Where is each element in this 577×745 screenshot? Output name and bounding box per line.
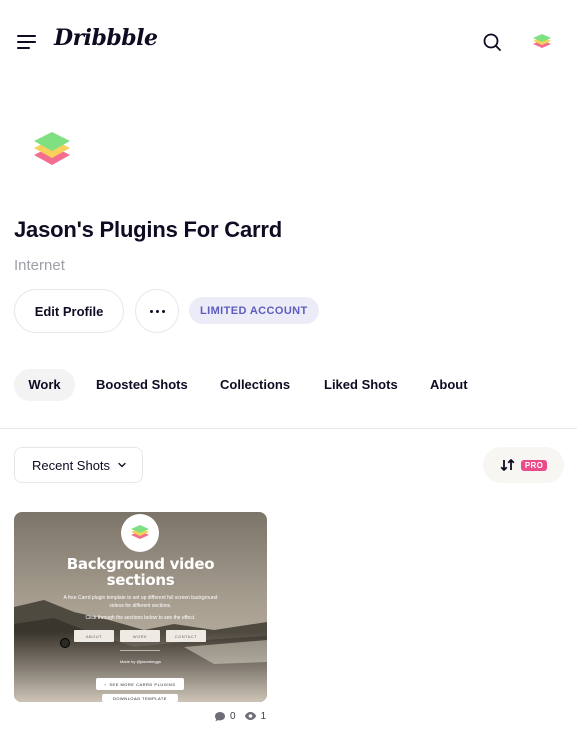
- pro-badge: PRO: [520, 459, 548, 471]
- limited-account-badge[interactable]: LIMITED ACCOUNT: [189, 297, 319, 324]
- comments-count: 0: [230, 710, 236, 722]
- shot-more-plugins: ‹ SEE MORE CARRD PLUGINS: [96, 678, 184, 690]
- tab-work[interactable]: Work: [14, 369, 75, 401]
- comment-icon: [215, 711, 225, 721]
- tab-collections[interactable]: Collections: [220, 369, 290, 401]
- shot-more-plugins-label: SEE MORE CARRD PLUGINS: [109, 681, 176, 687]
- layers-logo-icon: [34, 132, 70, 165]
- top-navigation: Dribbble: [0, 0, 577, 84]
- shot-dot: [60, 638, 70, 648]
- layers-logo-icon: [131, 525, 149, 539]
- chevron-down-icon: [118, 462, 126, 468]
- shot-instruction: Click through the sections below to see …: [85, 615, 196, 621]
- chevron-left-icon: ‹: [104, 681, 107, 687]
- shot-title-line: Background video: [66, 555, 215, 573]
- shot-download: DOWNLOAD TEMPLATE: [102, 694, 178, 702]
- shot-stats: 0 1: [214, 709, 274, 723]
- comments-stat: 0: [214, 711, 236, 722]
- user-avatar[interactable]: [531, 31, 553, 53]
- tab-boosted-shots[interactable]: Boosted Shots: [96, 369, 188, 401]
- shot-nav-work: WORK: [120, 630, 160, 642]
- shot-thumbnail[interactable]: Background video sections A free Carrd p…: [14, 512, 267, 702]
- edit-profile-button[interactable]: Edit Profile: [14, 289, 124, 333]
- shot-logo: [121, 514, 159, 552]
- more-options-button[interactable]: [135, 289, 179, 333]
- ellipsis-icon: [149, 309, 153, 313]
- sort-button[interactable]: PRO: [483, 447, 564, 483]
- profile-category: Internet: [14, 257, 65, 274]
- views-count: 1: [260, 710, 267, 722]
- shot-title: Background video sections: [14, 556, 267, 588]
- shot-preview-content: Background video sections A free Carrd p…: [14, 512, 267, 702]
- sort-arrows-icon: [500, 459, 515, 471]
- dribbble-logo[interactable]: Dribbble: [54, 25, 158, 51]
- shots-filter-dropdown[interactable]: Recent Shots: [14, 447, 143, 483]
- shot-separator: [120, 650, 160, 651]
- shot-description: A free Carrd plugin template to set up d…: [54, 594, 227, 610]
- layers-logo-icon: [533, 34, 551, 48]
- shot-description-line: videos for different sections.: [109, 603, 172, 609]
- tab-liked-shots[interactable]: Liked Shots: [324, 369, 398, 401]
- hamburger-menu-icon[interactable]: [17, 33, 37, 51]
- shot-nav-about: ABOUT: [74, 630, 114, 642]
- eye-icon: [244, 712, 256, 720]
- shot-nav-contact: CONTACT: [166, 630, 206, 642]
- shot-description-line: A free Carrd plugin template to set up d…: [63, 595, 218, 601]
- profile-avatar: [30, 128, 74, 172]
- filter-selected-label: Recent Shots: [32, 457, 111, 473]
- profile-name: Jason's Plugins For Carrd: [14, 217, 282, 242]
- shot-title-line: sections: [106, 571, 175, 589]
- divider: [0, 428, 577, 429]
- search-icon[interactable]: [481, 31, 503, 53]
- shot-made-by: Made by @jasonbeggs: [120, 659, 161, 664]
- views-stat: 1: [244, 710, 267, 722]
- tab-about[interactable]: About: [430, 369, 468, 401]
